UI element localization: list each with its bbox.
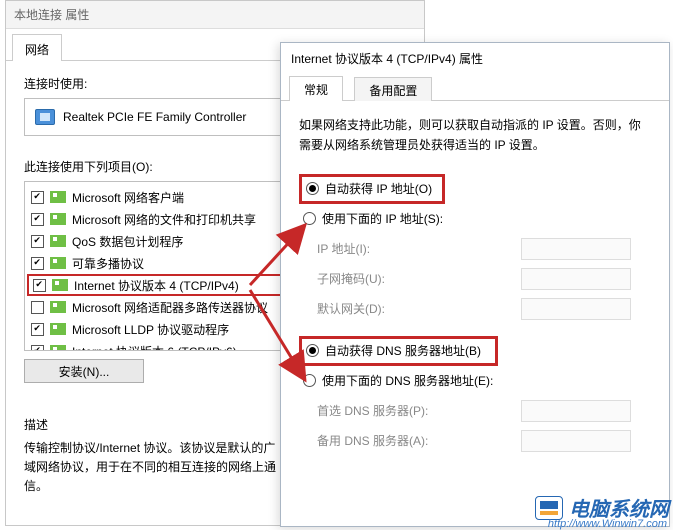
item-label: Microsoft LLDP 协议驱动程序 (72, 321, 229, 338)
field-label: 默认网关(D): (317, 300, 437, 317)
checkbox-icon[interactable] (31, 345, 44, 352)
item-label: Microsoft 网络客户端 (72, 189, 184, 206)
component-icon (50, 235, 66, 247)
adapter-window-title: 本地连接 属性 (6, 1, 424, 29)
radio-icon (306, 182, 319, 195)
adapter-name: Realtek PCIe FE Family Controller (63, 110, 246, 124)
field-label: 首选 DNS 服务器(P): (317, 402, 437, 419)
item-label: QoS 数据包计划程序 (72, 233, 183, 250)
item-label: Internet 协议版本 4 (TCP/IPv4) (74, 277, 239, 294)
dns1-row: 首选 DNS 服务器(P): (317, 396, 651, 426)
ipv4-properties-window: Internet 协议版本 4 (TCP/IPv4) 属性 常规 备用配置 如果… (280, 42, 670, 527)
info-text: 如果网络支持此功能，则可以获取自动指派的 IP 设置。否则，你需要从网络系统管理… (299, 115, 651, 156)
field-label: 备用 DNS 服务器(A): (317, 432, 437, 449)
component-icon (50, 301, 66, 313)
dns2-field[interactable] (521, 430, 631, 452)
radio-label: 自动获得 IP 地址(O) (325, 180, 432, 197)
gateway-field[interactable] (521, 298, 631, 320)
radio-dns-auto[interactable]: 自动获得 DNS 服务器地址(B) (306, 340, 481, 362)
component-icon (50, 257, 66, 269)
component-icon (50, 213, 66, 225)
dns1-field[interactable] (521, 400, 631, 422)
item-label: Internet 协议版本 6 (TCP/IPv6) (72, 343, 237, 352)
dns2-row: 备用 DNS 服务器(A): (317, 426, 651, 456)
radio-label: 使用下面的 IP 地址(S): (322, 210, 443, 227)
tab-general[interactable]: 常规 (289, 76, 343, 101)
ipv4-body: 如果网络支持此功能，则可以获取自动指派的 IP 设置。否则，你需要从网络系统管理… (281, 101, 669, 466)
watermark-url: http://www.Winwin7.com (548, 518, 667, 530)
subnet-field[interactable] (521, 268, 631, 290)
checkbox-icon[interactable] (31, 235, 44, 248)
field-label: 子网掩码(U): (317, 270, 437, 287)
item-label: Microsoft 网络的文件和打印机共享 (72, 211, 256, 228)
watermark-icon (535, 496, 563, 520)
gateway-row: 默认网关(D): (317, 294, 651, 324)
description-text: 传输控制协议/Internet 协议。该协议是默认的广域网络协议，用于在不同的相… (24, 439, 284, 497)
checkbox-icon[interactable] (31, 213, 44, 226)
install-button[interactable]: 安装(N)... (24, 359, 144, 383)
highlight-dns-auto: 自动获得 DNS 服务器地址(B) (299, 336, 498, 366)
ip-address-field[interactable] (521, 238, 631, 260)
radio-dns-manual[interactable]: 使用下面的 DNS 服务器地址(E): (303, 370, 651, 392)
checkbox-icon[interactable] (31, 323, 44, 336)
radio-ip-manual[interactable]: 使用下面的 IP 地址(S): (303, 208, 651, 230)
radio-icon (303, 374, 316, 387)
ipv4-window-title: Internet 协议版本 4 (TCP/IPv4) 属性 (281, 43, 669, 73)
subnet-row: 子网掩码(U): (317, 264, 651, 294)
radio-label: 自动获得 DNS 服务器地址(B) (325, 342, 481, 359)
checkbox-icon[interactable] (31, 301, 44, 314)
highlight-ip-auto: 自动获得 IP 地址(O) (299, 174, 445, 204)
component-icon (50, 191, 66, 203)
tab-network[interactable]: 网络 (12, 34, 62, 61)
tab-alternate[interactable]: 备用配置 (354, 77, 432, 101)
field-label: IP 地址(I): (317, 240, 437, 257)
item-label: Microsoft 网络适配器多路传送器协议 (72, 299, 268, 316)
ip-address-row: IP 地址(I): (317, 234, 651, 264)
radio-label: 使用下面的 DNS 服务器地址(E): (322, 372, 493, 389)
front-tabbar: 常规 备用配置 (281, 75, 669, 101)
checkbox-icon[interactable] (31, 257, 44, 270)
radio-ip-auto[interactable]: 自动获得 IP 地址(O) (306, 178, 432, 200)
checkbox-icon[interactable] (33, 279, 46, 292)
radio-icon (306, 344, 319, 357)
item-label: 可靠多播协议 (72, 255, 144, 272)
checkbox-icon[interactable] (31, 191, 44, 204)
component-icon (50, 345, 66, 351)
nic-icon (35, 109, 55, 125)
radio-icon (303, 212, 316, 225)
component-icon (50, 323, 66, 335)
component-icon (52, 279, 68, 291)
